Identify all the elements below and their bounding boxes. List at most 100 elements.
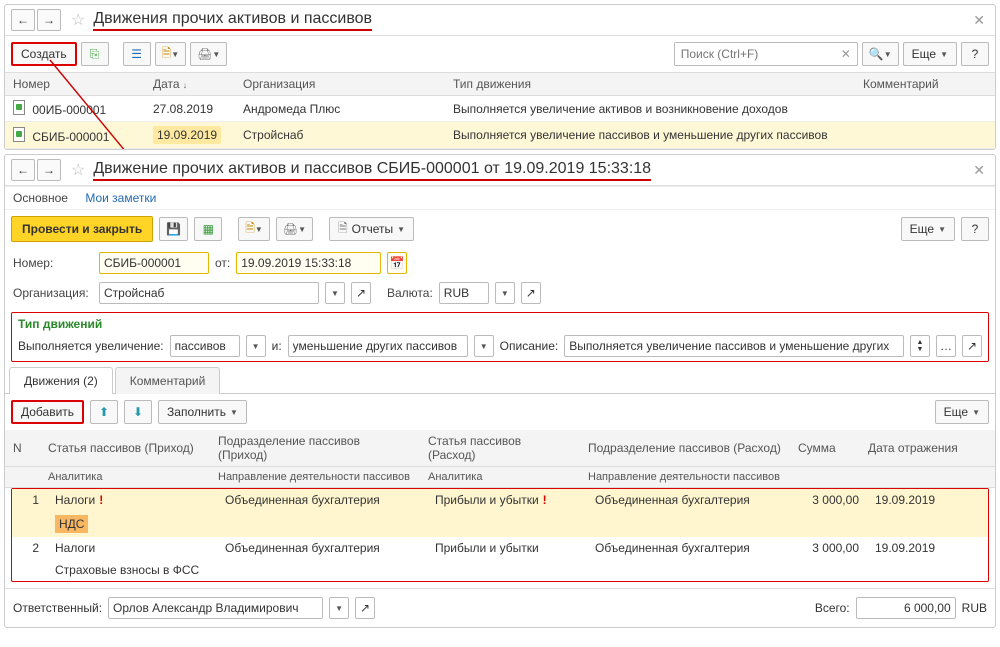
help-button[interactable]: ? bbox=[961, 217, 989, 241]
copy-icon: ⎘ bbox=[90, 47, 100, 62]
currency-open-button[interactable]: ↗ bbox=[521, 282, 541, 304]
reports-button[interactable]: 🗎Отчеты ▼ bbox=[329, 217, 414, 241]
favorite-star-icon[interactable]: ☆ bbox=[71, 10, 85, 30]
create-button[interactable]: Создать bbox=[11, 42, 77, 66]
doc-commandbar: Провести и закрыть 💾 ▦ 🗎 ▼ 🖨 ▼ 🗎Отчеты ▼… bbox=[5, 210, 995, 248]
col-item-in[interactable]: Статья пассивов (Приход) bbox=[40, 430, 210, 467]
close-icon[interactable]: ✕ bbox=[969, 162, 989, 179]
list-view-button[interactable]: ☰ bbox=[123, 42, 151, 66]
tab-my-notes[interactable]: Мои заметки bbox=[85, 191, 156, 205]
move-down-button[interactable]: ⬇ bbox=[124, 400, 152, 424]
increase-field[interactable]: пассивов bbox=[170, 335, 240, 357]
date-picker-button[interactable]: 📅 bbox=[387, 252, 407, 274]
chevron-down-icon: ▼ bbox=[972, 408, 980, 417]
and-label: и: bbox=[272, 339, 282, 353]
tab-comment[interactable]: Комментарий bbox=[115, 367, 221, 394]
nav-back-button[interactable]: ← bbox=[11, 159, 35, 181]
nav-back-button[interactable]: ← bbox=[11, 9, 35, 31]
document-posted-icon bbox=[13, 100, 29, 114]
list-window: ← → ☆ Движения прочих активов и пассивов… bbox=[4, 4, 996, 150]
more-button[interactable]: Еще ▼ bbox=[901, 217, 955, 241]
analytic-selected[interactable]: НДС bbox=[55, 515, 88, 533]
post-icon: ▦ bbox=[203, 222, 214, 236]
chevron-down-icon: ▼ bbox=[171, 50, 179, 59]
more-button[interactable]: Еще ▼ bbox=[935, 400, 989, 424]
col-number[interactable]: Номер bbox=[5, 73, 145, 96]
movements-headers: N Статья пассивов (Приход) Подразделение… bbox=[5, 430, 995, 488]
col-date[interactable]: Дата отражения bbox=[860, 430, 995, 467]
copy-button[interactable]: ⎘ bbox=[81, 42, 109, 66]
based-on-button[interactable]: 🗎 ▼ bbox=[238, 217, 270, 241]
search-clear-icon[interactable]: ✕ bbox=[835, 47, 857, 61]
desc-more-button[interactable]: … bbox=[936, 335, 956, 357]
decrease-field[interactable]: уменьшение других пассивов bbox=[288, 335, 468, 357]
org-open-button[interactable]: ↗ bbox=[351, 282, 371, 304]
responsible-field[interactable]: Орлов Александр Владимирович bbox=[108, 597, 323, 619]
search-input[interactable] bbox=[675, 43, 835, 65]
tab-main[interactable]: Основное bbox=[13, 191, 68, 205]
post-and-close-button[interactable]: Провести и закрыть bbox=[11, 216, 153, 242]
currency-field[interactable]: RUB bbox=[439, 282, 489, 304]
org-dropdown-button[interactable]: ▼ bbox=[325, 282, 345, 304]
movement-row[interactable]: 1 Налоги! Объединенная бухгалтерия Прибы… bbox=[12, 489, 988, 511]
number-field[interactable]: СБИБ-000001 bbox=[99, 252, 209, 274]
tab-movements[interactable]: Движения (2) bbox=[9, 367, 113, 394]
fill-button[interactable]: Заполнить ▼ bbox=[158, 400, 247, 424]
col-direction-out[interactable]: Направление деятельности пассивов bbox=[580, 467, 790, 488]
chevron-down-icon: ▼ bbox=[230, 408, 238, 417]
page-icon: 🗎 bbox=[338, 219, 348, 240]
add-button[interactable]: Добавить bbox=[11, 400, 84, 424]
find-button[interactable]: 🔍 ▼ bbox=[862, 42, 899, 66]
decrease-dropdown[interactable]: ▼ bbox=[474, 335, 494, 357]
close-icon[interactable]: ✕ bbox=[969, 12, 989, 29]
movement-row[interactable]: 2 Налоги Объединенная бухгалтерия Прибыл… bbox=[12, 537, 988, 559]
col-direction-in[interactable]: Направление деятельности пассивов bbox=[210, 467, 420, 488]
col-unit-out[interactable]: Подразделение пассивов (Расход) bbox=[580, 430, 790, 467]
desc-field[interactable]: Выполняется увеличение пассивов и уменьш… bbox=[564, 335, 904, 357]
report-dropdown-button[interactable]: 🗎 ▼ bbox=[155, 42, 187, 66]
col-org[interactable]: Организация bbox=[235, 73, 445, 96]
responsible-label: Ответственный: bbox=[13, 601, 102, 615]
col-date[interactable]: Дата ↓ bbox=[145, 73, 235, 96]
increase-dropdown[interactable]: ▼ bbox=[246, 335, 266, 357]
date-field[interactable]: 19.09.2019 15:33:18 bbox=[236, 252, 381, 274]
col-unit-in[interactable]: Подразделение пассивов (Приход) bbox=[210, 430, 420, 467]
desc-spin[interactable]: ▲▼ bbox=[910, 335, 930, 357]
printer-icon: 🖨 bbox=[197, 47, 212, 61]
print-dropdown-button[interactable]: 🖨 ▼ bbox=[190, 42, 227, 66]
desc-open-button[interactable]: ↗ bbox=[962, 335, 982, 357]
col-analytic-out[interactable]: Аналитика bbox=[420, 467, 580, 488]
print-button[interactable]: 🖨 ▼ bbox=[276, 217, 313, 241]
warning-icon: ! bbox=[99, 493, 103, 507]
col-sum[interactable]: Сумма bbox=[790, 430, 860, 467]
col-type[interactable]: Тип движения bbox=[445, 73, 855, 96]
list-title: Движения прочих активов и пассивов bbox=[93, 10, 372, 31]
table-row[interactable]: 00ИБ-000001 27.08.2019 Андромеда Плюс Вы… bbox=[5, 96, 995, 122]
col-n[interactable]: N bbox=[5, 430, 40, 467]
col-analytic[interactable]: Аналитика bbox=[40, 467, 210, 488]
post-button[interactable]: ▦ bbox=[194, 217, 222, 241]
help-button[interactable]: ? bbox=[961, 42, 989, 66]
more-button[interactable]: Еще ▼ bbox=[903, 42, 957, 66]
org-field[interactable]: Стройснаб bbox=[99, 282, 319, 304]
chevron-down-icon: ▼ bbox=[884, 50, 892, 59]
move-up-button[interactable]: ⬆ bbox=[90, 400, 118, 424]
movement-row-analytic[interactable]: Страховые взносы в ФСС bbox=[12, 559, 988, 581]
responsible-open[interactable]: ↗ bbox=[355, 597, 375, 619]
col-item-out[interactable]: Статья пассивов (Расход) bbox=[420, 430, 580, 467]
nav-fwd-button[interactable]: → bbox=[37, 159, 61, 181]
responsible-dropdown[interactable]: ▼ bbox=[329, 597, 349, 619]
currency-dropdown-button[interactable]: ▼ bbox=[495, 282, 515, 304]
col-comment[interactable]: Комментарий bbox=[855, 73, 995, 96]
chevron-down-icon: ▼ bbox=[331, 289, 339, 298]
save-button[interactable]: 💾 bbox=[159, 217, 188, 241]
doc-tabs: Движения (2) Комментарий bbox=[5, 366, 995, 394]
printer-icon: 🖨 bbox=[283, 222, 298, 236]
move-type-title: Тип движений bbox=[18, 317, 982, 331]
from-label: от: bbox=[215, 256, 230, 270]
nav-fwd-button[interactable]: → bbox=[37, 9, 61, 31]
movement-row-analytic[interactable]: НДС bbox=[12, 511, 988, 537]
table-row-selected[interactable]: СБИБ-000001 19.09.2019 Стройснаб Выполня… bbox=[5, 122, 995, 149]
warning-icon: ! bbox=[543, 493, 547, 507]
favorite-star-icon[interactable]: ☆ bbox=[71, 160, 85, 180]
